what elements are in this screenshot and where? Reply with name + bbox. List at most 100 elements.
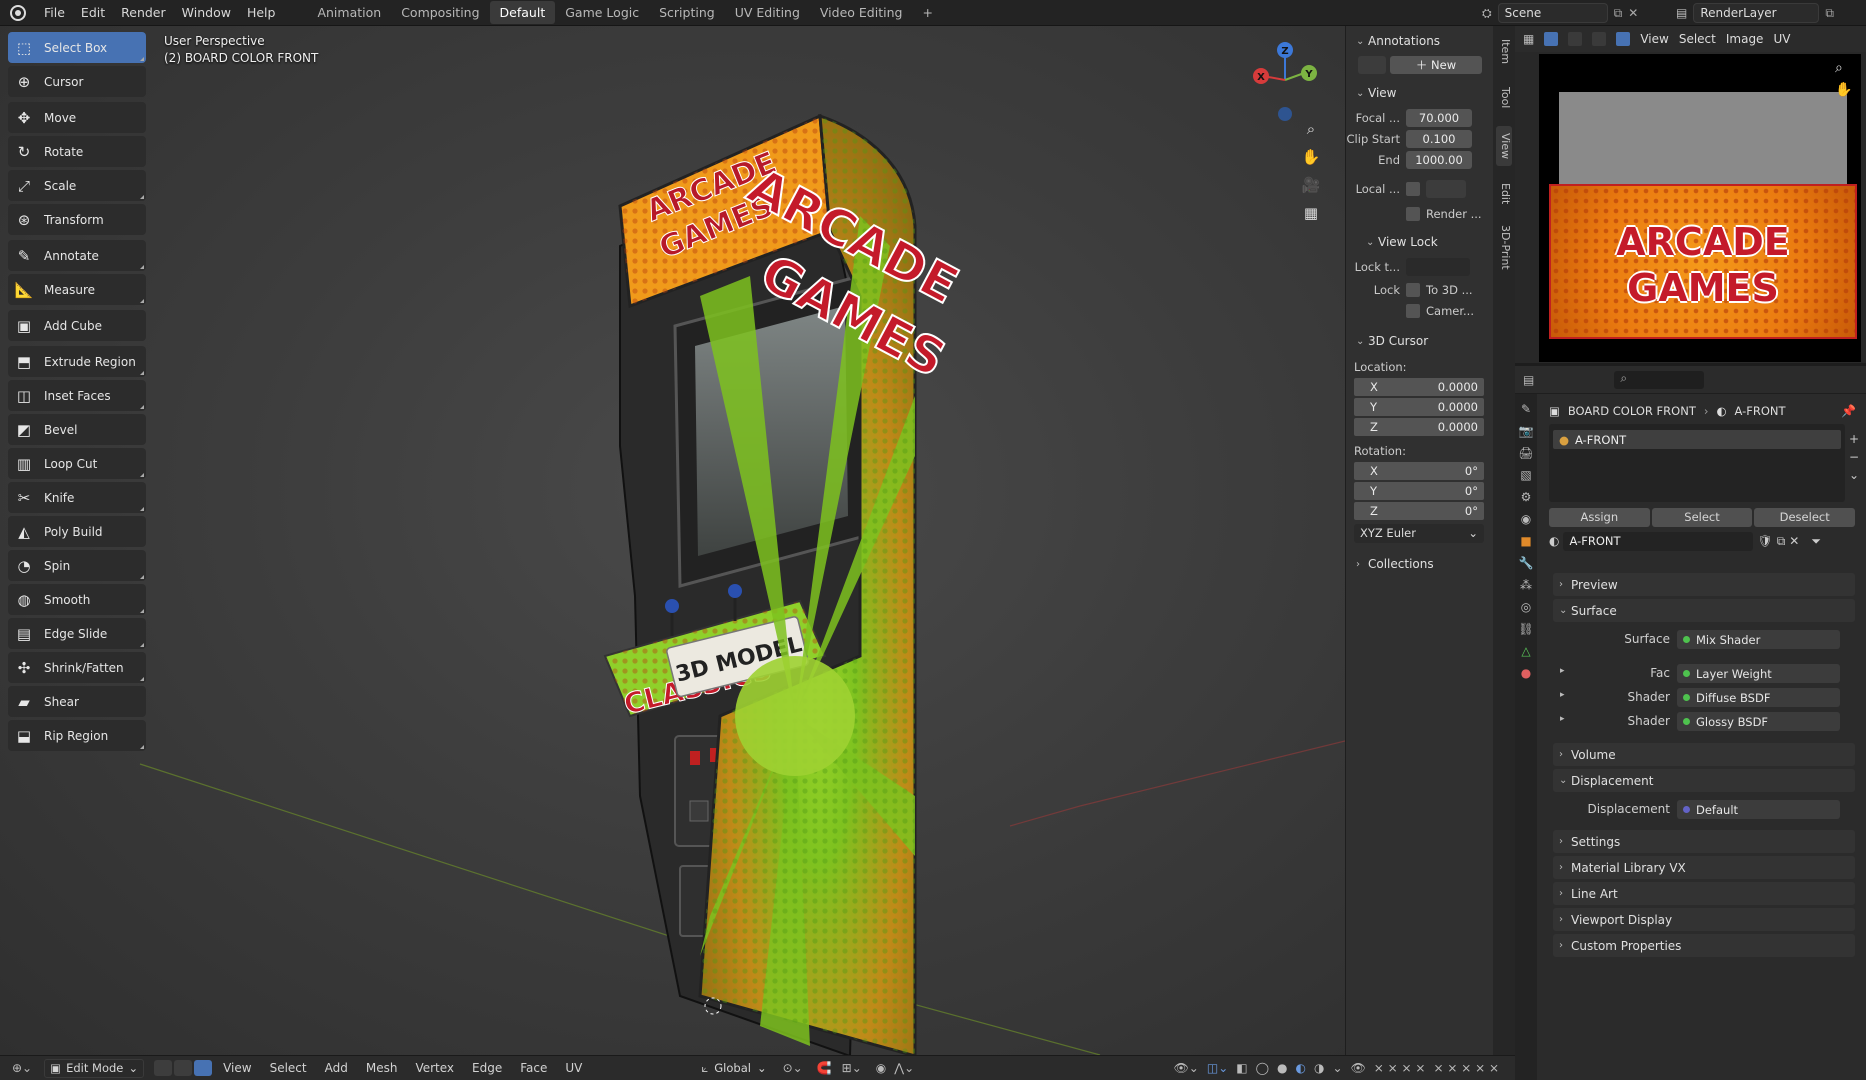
settings-section[interactable]: › Settings bbox=[1553, 830, 1855, 853]
tool-tab-icon[interactable]: ✎ bbox=[1521, 402, 1531, 416]
location-y-field[interactable]: Y 0.0000 bbox=[1354, 398, 1484, 416]
ie-zoom-icon[interactable]: ⌕ bbox=[1835, 60, 1843, 76]
tool-smooth[interactable]: ◍ Smooth bbox=[8, 584, 146, 615]
tool-bevel[interactable]: ◩ Bevel bbox=[8, 414, 146, 445]
lock-to-object-field[interactable] bbox=[1406, 257, 1470, 276]
object-tab-icon[interactable]: ■ bbox=[1520, 534, 1531, 548]
deselect-button[interactable]: Deselect bbox=[1754, 508, 1856, 527]
particles-tab-icon[interactable]: ⁂ bbox=[1520, 578, 1532, 592]
tool-cursor[interactable]: ⊕ Cursor bbox=[8, 66, 146, 97]
mesh-analysis-icon[interactable]: ⨯ ⨯ ⨯ ⨯ ⨯ bbox=[1433, 1061, 1499, 1075]
select-button[interactable]: Select bbox=[1651, 508, 1753, 527]
menu-mesh[interactable]: Mesh bbox=[357, 1061, 407, 1075]
view-lock-section[interactable]: ⌄ View Lock bbox=[1346, 231, 1493, 253]
scene-selector[interactable]: Scene bbox=[1497, 3, 1608, 23]
scene-icon[interactable]: ⛭ bbox=[1482, 6, 1492, 21]
face-mode-icon[interactable] bbox=[194, 1060, 213, 1076]
menu-select[interactable]: Select bbox=[261, 1061, 316, 1075]
shader-1-field[interactable]: Diffuse BSDF bbox=[1677, 688, 1840, 707]
slot-menu-icon[interactable]: ⌄ bbox=[1849, 468, 1859, 482]
tool-move[interactable]: ✥ Move bbox=[8, 102, 146, 133]
mesh-edit-overlays-icon[interactable]: ⨯ ⨯ ⨯ ⨯ bbox=[1374, 1061, 1426, 1075]
location-x-field[interactable]: X 0.0000 bbox=[1354, 378, 1484, 396]
proportional-edit-icon[interactable]: ◉ bbox=[876, 1061, 886, 1075]
workspace-tab-game-logic[interactable]: Game Logic bbox=[555, 1, 649, 24]
menu-face[interactable]: Face bbox=[511, 1061, 556, 1075]
xray-icon[interactable]: ◧ bbox=[1236, 1061, 1247, 1075]
menu-add[interactable]: Add bbox=[316, 1061, 357, 1075]
mode-dropdown[interactable]: ▣ Edit Mode ⌄ bbox=[44, 1058, 145, 1078]
rotation-mode-dropdown[interactable]: XYZ Euler ⌄ bbox=[1354, 524, 1484, 543]
render-layer-icon[interactable]: ▤ bbox=[1676, 6, 1687, 20]
preview-section[interactable]: › Preview bbox=[1553, 573, 1855, 596]
material-name-field[interactable]: A-FRONT bbox=[1563, 531, 1754, 551]
edge-mode-icon[interactable] bbox=[174, 1060, 193, 1076]
lock-to-3d-cursor-checkbox[interactable] bbox=[1406, 282, 1420, 297]
tab-view[interactable]: View bbox=[1496, 126, 1512, 166]
new-annotation-button[interactable]: ＋ New bbox=[1390, 56, 1482, 74]
gizmo-toggle-icon[interactable]: 👁⌄ bbox=[1174, 1061, 1199, 1075]
displacement-field[interactable]: Default bbox=[1677, 800, 1840, 819]
ie-menu-view[interactable]: View bbox=[1640, 32, 1668, 46]
shader-2-field[interactable]: Glossy BSDF bbox=[1677, 712, 1840, 731]
workspace-tab-scripting[interactable]: Scripting bbox=[649, 1, 725, 24]
menu-file[interactable]: File bbox=[36, 5, 73, 20]
transform-orientation-dropdown[interactable]: ⟀ Global ⌄ bbox=[701, 1061, 766, 1076]
viewport-display-section[interactable]: › Viewport Display bbox=[1553, 908, 1855, 931]
assign-button[interactable]: Assign bbox=[1549, 508, 1650, 527]
render-tab-icon[interactable]: 📷 bbox=[1519, 424, 1534, 438]
vertex-mode-icon[interactable] bbox=[154, 1060, 173, 1076]
tool-rip-region[interactable]: ⬓ Rip Region bbox=[8, 720, 146, 751]
fac-input-field[interactable]: Layer Weight bbox=[1677, 664, 1840, 683]
render-region-checkbox[interactable] bbox=[1406, 206, 1420, 221]
lock-camera-checkbox[interactable] bbox=[1406, 303, 1420, 318]
tab-3d-print[interactable]: 3D-Print bbox=[1496, 222, 1512, 272]
tool-select-box[interactable]: ⬚ Select Box bbox=[8, 32, 146, 63]
new-layer-icon[interactable]: ⧉ bbox=[1825, 6, 1834, 21]
tool-knife[interactable]: ✂ Knife bbox=[8, 482, 146, 513]
menu-view[interactable]: View bbox=[214, 1061, 260, 1075]
rotation-z-field[interactable]: Z 0° bbox=[1354, 502, 1484, 520]
output-tab-icon[interactable]: 🖨 bbox=[1518, 446, 1533, 460]
expand-fac-icon[interactable]: ▸ bbox=[1560, 666, 1565, 676]
clip-start-field[interactable]: 0.100 bbox=[1406, 129, 1472, 148]
menu-render[interactable]: Render bbox=[113, 5, 174, 20]
displacement-section[interactable]: ⌄ Displacement bbox=[1553, 769, 1855, 792]
menu-window[interactable]: Window bbox=[174, 5, 239, 20]
tool-loop-cut[interactable]: ▥ Loop Cut bbox=[8, 448, 146, 479]
material-browse-icon[interactable]: ◐ bbox=[1549, 534, 1559, 548]
menu-help[interactable]: Help bbox=[239, 5, 284, 20]
tool-rotate[interactable]: ↻ Rotate bbox=[8, 136, 146, 167]
rotation-y-field[interactable]: Y 0° bbox=[1354, 482, 1484, 500]
snap-target-icon[interactable]: ⊞⌄ bbox=[842, 1061, 862, 1075]
new-scene-icon[interactable]: ⧉ bbox=[1614, 6, 1623, 21]
snap-icon[interactable]: 🧲 bbox=[817, 1061, 832, 1075]
tab-item[interactable]: Item bbox=[1496, 34, 1512, 70]
annotations-section[interactable]: ⌄ Annotations bbox=[1346, 30, 1493, 52]
properties-type-icon[interactable]: ▤ bbox=[1523, 373, 1534, 387]
world-tab-icon[interactable]: ◉ bbox=[1521, 512, 1531, 526]
tab-edit[interactable]: Edit bbox=[1496, 174, 1512, 214]
editor-type-icon[interactable]: ▦ bbox=[1523, 32, 1534, 46]
material-tab-icon[interactable]: ● bbox=[1521, 666, 1531, 680]
remove-slot-icon[interactable]: − bbox=[1849, 450, 1859, 464]
tool-transform[interactable]: ⊛ Transform bbox=[8, 204, 146, 235]
node-filter-icon[interactable]: ⏷ bbox=[1811, 534, 1821, 549]
wireframe-shading-icon[interactable]: ◯ bbox=[1256, 1061, 1269, 1075]
editor-type-3d-icon[interactable]: ⊕⌄ bbox=[12, 1061, 32, 1075]
scene-tab-icon[interactable]: ⚙ bbox=[1521, 490, 1532, 504]
blender-logo-icon[interactable] bbox=[10, 4, 26, 21]
material-slot-item[interactable]: ● A-FRONT bbox=[1553, 430, 1841, 449]
volume-section[interactable]: › Volume bbox=[1553, 743, 1855, 766]
tool-annotate[interactable]: ✎ Annotate bbox=[8, 240, 146, 271]
add-workspace-icon[interactable]: + bbox=[912, 1, 942, 24]
remove-scene-icon[interactable]: ✕ bbox=[1628, 6, 1638, 20]
properties-search-input[interactable]: ⌕ bbox=[1614, 370, 1705, 389]
overlay-icon[interactable]: ◫⌄ bbox=[1207, 1061, 1228, 1075]
render-layer-selector[interactable]: RenderLayer bbox=[1693, 3, 1820, 23]
ie-menu-image[interactable]: Image bbox=[1726, 32, 1764, 46]
pin-icon[interactable]: 📌 bbox=[1841, 404, 1856, 418]
material-library-section[interactable]: › Material Library VX bbox=[1553, 856, 1855, 879]
surface-section[interactable]: ⌄ Surface bbox=[1553, 599, 1855, 622]
rotation-x-field[interactable]: X 0° bbox=[1354, 462, 1484, 480]
